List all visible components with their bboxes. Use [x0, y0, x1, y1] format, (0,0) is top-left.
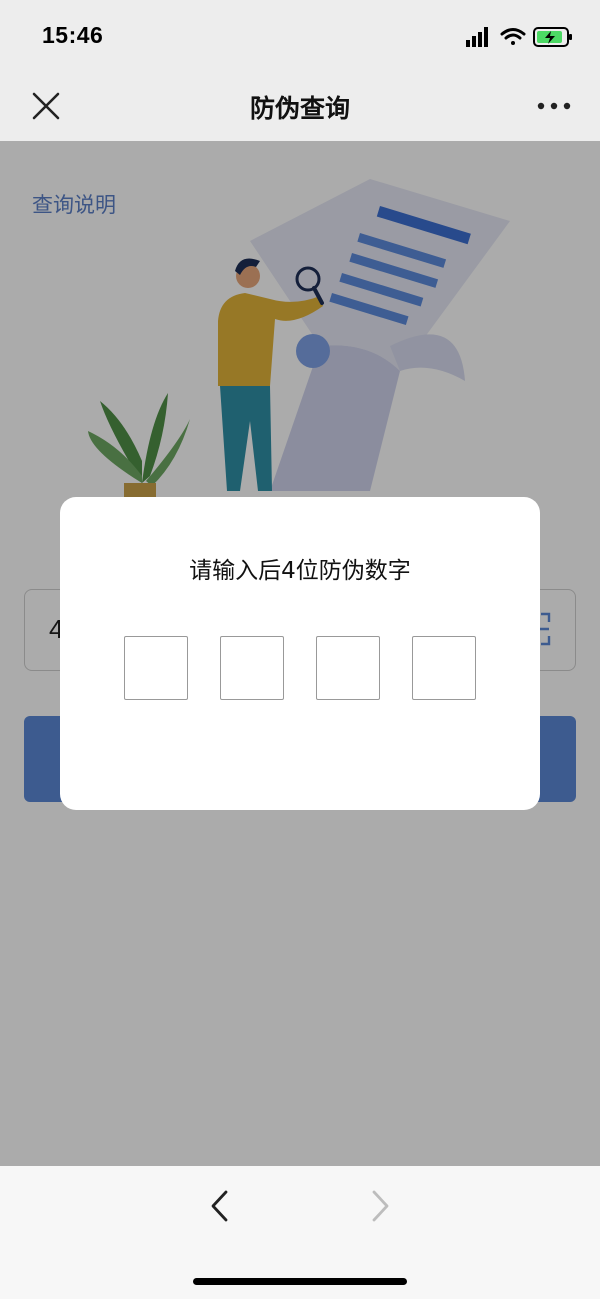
digit-box-3[interactable] — [316, 636, 380, 700]
battery-icon — [533, 27, 572, 47]
home-indicator — [193, 1278, 407, 1285]
signal-icon — [466, 27, 488, 47]
digit-box-2[interactable] — [220, 636, 284, 700]
dialog-title: 请输入后4位防伪数字 — [189, 558, 411, 584]
back-arrow-icon[interactable] — [204, 1186, 234, 1226]
bottom-toolbar — [0, 1166, 600, 1299]
status-time: 15:46 — [42, 22, 104, 48]
wifi-icon — [500, 28, 526, 45]
status-icons — [466, 27, 572, 47]
more-icon[interactable] — [536, 94, 572, 118]
nav-bar: 防伪查询 — [0, 72, 600, 141]
status-bar: 15:46 — [0, 0, 600, 72]
forward-arrow-icon — [372, 1190, 389, 1222]
digit-entry-dialog: 请输入后4位防伪数字 — [60, 497, 540, 810]
digit-box-1[interactable] — [124, 636, 188, 700]
page-title: 防伪查询 — [249, 94, 350, 123]
digit-box-4[interactable] — [412, 636, 476, 700]
